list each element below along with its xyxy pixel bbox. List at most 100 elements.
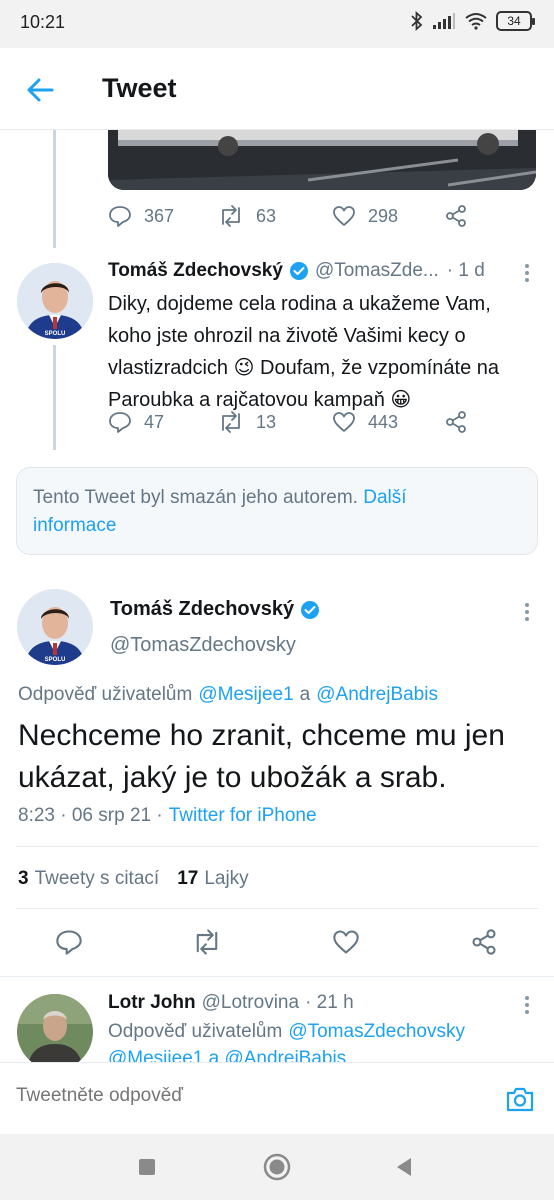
heart-icon xyxy=(333,412,355,432)
retweet-icon xyxy=(222,205,240,227)
divider xyxy=(16,908,538,909)
avatar[interactable]: SPOLU xyxy=(17,589,93,665)
system-nav-bar xyxy=(0,1134,554,1200)
reply-prefix: Odpověď uživatelům xyxy=(108,1021,283,1042)
reply-composer xyxy=(0,1062,554,1134)
verified-badge-icon xyxy=(301,600,320,619)
share-icon xyxy=(446,411,466,433)
thread-line xyxy=(53,130,56,248)
quote-label[interactable]: Tweety s citací xyxy=(35,868,160,890)
retweet-count: 63 xyxy=(256,205,277,226)
reply-tweet-text: Diky, dojdeme cela rodina a ukažeme Vam,… xyxy=(108,288,538,416)
like-count: 443 xyxy=(368,411,399,432)
more-options-icon[interactable] xyxy=(524,603,530,621)
author-handle[interactable]: @Lotrovina xyxy=(202,992,299,1014)
more-info-link-cont[interactable]: informace xyxy=(33,515,116,536)
share-icon[interactable] xyxy=(470,928,498,956)
tweet-text-line: Diky, dojdeme cela rodina a ukažeme Vam, xyxy=(108,293,491,315)
reply-action[interactable]: 47 xyxy=(108,410,218,434)
next-reply-replying-to: Odpověď uživatelům @TomasZdechovsky xyxy=(108,1021,465,1043)
reply-icon[interactable] xyxy=(55,928,83,956)
svg-text:SPOLU: SPOLU xyxy=(45,331,66,337)
next-reply-header: Lotr John @Lotrovina · 21 h xyxy=(108,992,354,1014)
recent-apps-icon[interactable] xyxy=(138,1158,156,1176)
author-handle[interactable]: @TomasZdechovsky xyxy=(110,634,296,657)
replying-to: Odpověď uživatelům @Mesijee1 a @AndrejBa… xyxy=(18,684,438,706)
avatar[interactable]: SPOLU xyxy=(17,263,93,339)
tweet-text-line: vlastizradcich 😉 Doufam, že vzpomínáte n… xyxy=(108,357,500,379)
more-options-icon[interactable] xyxy=(524,264,530,282)
engagement-stats: 3 Tweety s citací 17 Lajky xyxy=(18,868,249,890)
like-action[interactable]: 443 xyxy=(332,410,444,434)
share-action[interactable] xyxy=(444,204,468,228)
previous-tweet-actions: 367 63 298 xyxy=(108,204,468,228)
share-icon xyxy=(446,205,466,227)
quote-count[interactable]: 3 xyxy=(18,868,29,890)
tweet-time: · 1 d xyxy=(446,260,485,281)
like-count[interactable]: 17 xyxy=(177,868,198,890)
back-arrow-icon[interactable] xyxy=(22,72,58,108)
tweet-source-link[interactable]: Twitter for iPhone xyxy=(169,805,317,827)
mention-link[interactable]: @TomasZdechovsky xyxy=(288,1021,465,1043)
more-options-icon[interactable] xyxy=(524,996,530,1014)
verified-badge-icon xyxy=(289,262,308,280)
retweet-icon xyxy=(222,411,240,433)
battery-icon: 34 xyxy=(496,11,535,31)
retweet-icon[interactable] xyxy=(192,928,222,956)
tweet-timestamp: 8:23 · 06 srp 21 · xyxy=(18,805,163,826)
reply-input[interactable] xyxy=(16,1085,486,1107)
more-info-link[interactable]: Další xyxy=(363,487,406,508)
tweet-text-line: ukázat, jaký je to ubožák a srab. xyxy=(18,761,447,794)
author-name[interactable]: Tomáš Zdechovský xyxy=(108,260,283,282)
thread-line xyxy=(53,345,56,450)
divider xyxy=(0,976,554,977)
mention-link[interactable]: @Mesijee1 xyxy=(198,684,293,706)
tweet-media-image[interactable] xyxy=(108,130,536,190)
reply-count: 47 xyxy=(144,411,165,432)
reply-count: 367 xyxy=(144,205,175,226)
author-handle[interactable]: @TomasZde... xyxy=(315,260,439,282)
page-title: Tweet xyxy=(102,73,177,103)
back-icon[interactable] xyxy=(395,1157,413,1177)
status-icons: 34 xyxy=(410,11,535,31)
status-time: 10:21 xyxy=(20,12,66,32)
like-count: 298 xyxy=(368,205,399,226)
share-action[interactable] xyxy=(444,410,468,434)
like-label[interactable]: Lajky xyxy=(204,868,248,890)
heart-icon xyxy=(333,206,355,226)
reply-tweet-header: Tomáš Zdechovský @TomasZde... · 1 d xyxy=(108,260,485,282)
home-icon[interactable] xyxy=(263,1153,291,1181)
tweet-text-line: koho jste ohrozil na životě Vašimi kecy … xyxy=(108,325,466,347)
reply-action[interactable]: 367 xyxy=(108,204,218,228)
deleted-tweet-notice: Tento Tweet byl smazán jeho autorem. Dal… xyxy=(16,467,538,555)
author-name[interactable]: Tomáš Zdechovský xyxy=(110,598,294,621)
deleted-notice-text: Tento Tweet byl smazán jeho autorem. xyxy=(33,487,358,508)
heart-icon[interactable] xyxy=(332,928,360,956)
tweet-text-line: Nechceme ho zranit, chceme mu jen xyxy=(18,719,505,752)
svg-text:SPOLU: SPOLU xyxy=(45,657,66,663)
reply-and: a xyxy=(299,684,311,705)
main-tweet-text: Nechceme ho zranit, chceme mu jen ukázat… xyxy=(18,715,538,799)
reply-icon xyxy=(109,206,131,227)
main-tweet-name-row: Tomáš Zdechovský xyxy=(110,598,326,621)
like-action[interactable]: 298 xyxy=(332,204,444,228)
next-reply-mentions[interactable]: @Mesijee1 a @AndrejBabis xyxy=(108,1048,346,1062)
status-bar: 10:21 34 xyxy=(0,0,554,48)
mention-link[interactable]: @AndrejBabis xyxy=(316,684,438,706)
divider xyxy=(16,846,538,847)
retweet-action[interactable]: 63 xyxy=(218,204,332,228)
tweet-time: · 21 h xyxy=(305,992,354,1013)
retweet-action[interactable]: 13 xyxy=(218,410,332,434)
main-tweet-handle-row: @TomasZdechovsky xyxy=(110,634,296,657)
tweet-meta: 8:23 · 06 srp 21 · Twitter for iPhone xyxy=(18,805,317,827)
main-tweet-actions xyxy=(0,928,554,958)
signal-icon xyxy=(433,13,455,29)
avatar[interactable] xyxy=(17,994,93,1070)
app-bar: Tweet xyxy=(0,48,554,130)
bluetooth-icon xyxy=(411,11,423,31)
reply-prefix: Odpověď uživatelům xyxy=(18,684,193,705)
retweet-count: 13 xyxy=(256,411,277,432)
wifi-icon xyxy=(465,13,487,30)
author-name[interactable]: Lotr John xyxy=(108,992,196,1014)
camera-icon[interactable] xyxy=(505,1085,535,1113)
